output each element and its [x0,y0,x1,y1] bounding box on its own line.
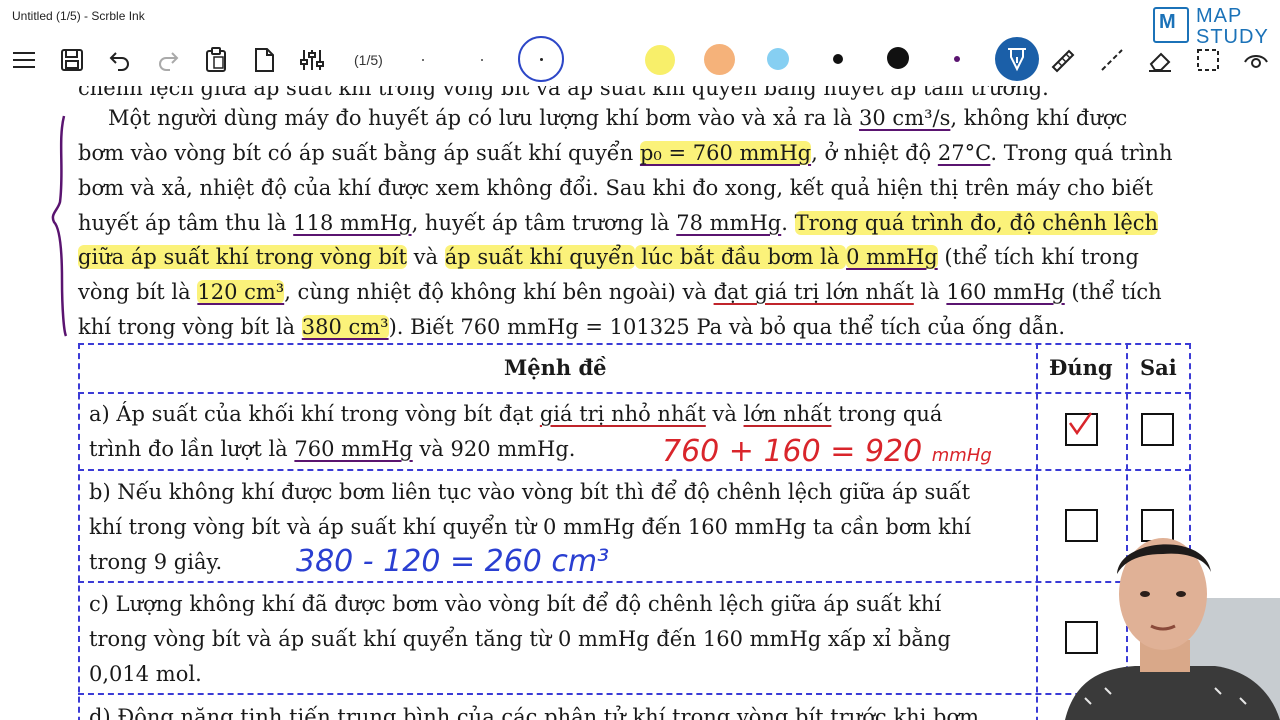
window-title: Untitled (1/5) - Scrble Ink [12,9,145,23]
row-c-line-2: trong vòng bít và áp suất khí quyển tăng… [89,627,951,651]
statements-table: Mệnh đề Đúng Sai a) Áp suất của khối khí… [78,343,1191,720]
logo-mark: M [1153,7,1189,43]
row-b-line-2: khí trong vòng bít và áp suất khí quyển … [89,515,972,539]
row-b-line-3: trong 9 giây. [89,550,223,574]
eraser-icon[interactable] [1144,44,1176,76]
pen-size-tiny[interactable] [422,59,424,61]
cut-off-line: chênh lệch giữa áp suất khí trong vòng b… [78,86,1049,100]
color-black-large-swatch[interactable] [887,47,909,69]
menu-icon[interactable] [8,44,40,76]
map-study-logo: M MAP STUDY [1150,4,1278,48]
color-yellow-swatch[interactable] [645,45,675,75]
paragraph-line-2: bơm vào vòng bít có áp suất bằng áp suất… [78,141,1173,165]
title-bar: Untitled (1/5) - Scrble Ink [0,0,1280,34]
paragraph-line-3: bơm và xả, nhiệt độ của khí được xem khô… [78,176,1154,200]
row-b-line-1: b) Nếu không khí được bơm liên tục vào v… [89,480,971,504]
logo-text-map: MAP [1196,5,1243,27]
row-a-line-1: a) Áp suất của khối khí trong vòng bít đ… [89,402,943,426]
page-indicator: (1/5) [354,52,383,68]
highlighter-icon[interactable] [1048,44,1080,76]
paragraph-line-6: vòng bít là 120 cm³, cùng nhiệt độ không… [78,280,1162,304]
paragraph-line-4: huyết áp tâm thu là 118 mmHg, huyết áp t… [78,211,1159,235]
webcam-overlay [1065,528,1280,720]
color-light-blue-swatch[interactable] [767,48,789,70]
paragraph-line-7: khí trong vòng bít là 380 cm³). Biết 760… [78,315,1065,339]
row-c-line-1: c) Lượng không khí đã được bơm vào vòng … [89,592,942,616]
color-black-small-swatch[interactable] [833,54,843,64]
settings-sliders-icon[interactable] [296,44,328,76]
undo-icon[interactable] [104,44,136,76]
save-icon[interactable] [56,44,88,76]
paste-icon[interactable] [200,44,232,76]
pen-size-small[interactable] [481,59,483,61]
row-d-line-1: d) Động năng tịnh tiến trung bình của cá… [89,705,979,720]
logo-text-study: STUDY [1196,26,1269,48]
margin-bracket-ink [51,115,68,337]
redo-icon[interactable] [152,44,184,76]
header-statement: Mệnh đề [504,355,607,380]
ink-note-a: 760 + 160 = 920 mmHg [662,434,992,469]
paragraph-line-1: Một người dùng máy đo huyết áp có lưu lư… [108,106,1128,130]
ink-note-b: 380 - 120 = 260 cm³ [296,544,610,579]
pen-tool-active[interactable] [995,37,1039,81]
row-a-true-checkbox[interactable] [1065,412,1098,446]
row-a-false-checkbox[interactable] [1141,413,1174,446]
color-orange-swatch[interactable] [704,44,735,75]
line-tool-icon[interactable] [1096,44,1128,76]
row-c-line-3: 0,014 mol. [89,662,202,686]
pen-size-selected[interactable] [518,36,564,82]
color-purple-swatch[interactable] [954,56,960,62]
header-true: Đúng [1049,355,1113,380]
toolbar: (1/5) [0,34,1280,86]
header-false: Sai [1140,355,1177,380]
row-a-line-2: trình đo lần lượt là 760 mmHg và 920 mmH… [89,437,576,461]
new-page-icon[interactable] [248,44,280,76]
paragraph-line-5: giữa áp suất khí trong vòng bít và áp su… [78,245,1139,269]
